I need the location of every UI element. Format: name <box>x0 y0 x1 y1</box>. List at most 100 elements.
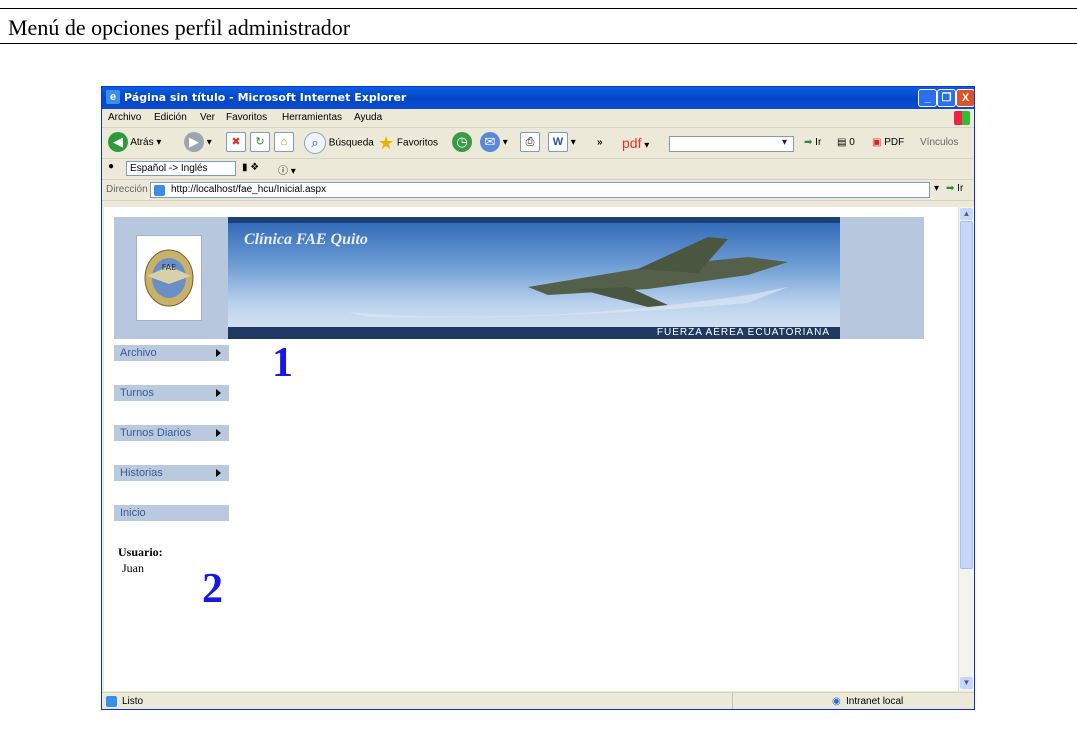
menu-item-historias[interactable]: Historias <box>114 465 229 481</box>
back-arrow-icon: ◀ <box>108 132 128 153</box>
favorites-button[interactable]: ★ Favoritos <box>378 132 438 154</box>
back-label: Atrás <box>130 137 154 148</box>
search-label: Búsqueda <box>328 137 374 149</box>
stop-button[interactable]: ✖ <box>226 132 246 154</box>
menu-archivo[interactable]: Archivo <box>108 112 141 123</box>
forward-arrow-icon: ▶ <box>184 132 204 153</box>
vertical-scrollbar[interactable]: ▲ ▼ <box>958 207 974 691</box>
counter-label: 0 <box>849 137 855 148</box>
refresh-button[interactable]: ↻ <box>250 132 270 154</box>
menu-edicion[interactable]: Edición <box>154 112 187 123</box>
translation-value: Español -> Inglés <box>130 163 208 174</box>
pdf-search-input[interactable] <box>669 136 794 152</box>
go-arrow-icon: ➡ <box>946 183 955 194</box>
go-button[interactable]: ➡ Ir <box>804 132 821 154</box>
help-icon[interactable]: ⓘ ▾ <box>278 162 296 177</box>
callout-number-2: 2 <box>202 566 223 612</box>
back-button[interactable]: ◀ Atrás ▾ <box>108 132 161 154</box>
pdf-icon: ▣ <box>872 137 882 148</box>
minimize-button[interactable]: _ <box>918 89 937 107</box>
banner-photo: Clínica FAE Quito FUERZA AÉREA ECUATORIA… <box>228 217 840 339</box>
url-text: http://localhost/fae_hcu/Inicial.aspx <box>171 184 327 195</box>
submenu-arrow-icon <box>216 349 221 357</box>
menu-favoritos[interactable]: Favoritos <box>226 112 267 123</box>
pdf-button[interactable]: ▣ PDF <box>872 132 904 154</box>
status-bar: Listo ◉ Intranet local <box>102 692 974 709</box>
counter-button[interactable]: ▤ 0 <box>837 132 855 154</box>
maximize-button[interactable]: ❐ <box>937 89 956 107</box>
pdf-dropdown-icon[interactable]: ▾ <box>782 132 787 154</box>
book-icon[interactable]: ▮ ❖ <box>242 162 259 173</box>
close-button[interactable]: X <box>956 89 974 107</box>
menu-item-archivo[interactable]: Archivo <box>114 345 229 361</box>
standard-toolbar: ◀ Atrás ▾ ▶ ▾ ✖ ↻ ⌂ ⌕ Búsqueda ★ Favorit… <box>102 128 974 159</box>
scroll-down-icon[interactable]: ▼ <box>960 677 973 689</box>
status-divider <box>732 693 733 709</box>
forward-button[interactable]: ▶ ▾ <box>184 132 212 154</box>
document-heading-text: Menú de opciones perfil administrador <box>8 15 351 40</box>
document-heading: Menú de opciones perfil administrador <box>0 8 1077 44</box>
page-viewport: FAE Clínica FAE Quito FUERZA AÉREA ECUAT… <box>104 207 958 691</box>
title-bar: e Página sin título - Microsoft Internet… <box>102 87 974 109</box>
menu-bar: Archivo Edición Ver Favoritos Herramient… <box>102 109 974 128</box>
menu-ver[interactable]: Ver <box>200 112 215 123</box>
scroll-thumb[interactable] <box>960 221 973 569</box>
home-button[interactable]: ⌂ <box>274 132 294 154</box>
scroll-up-icon[interactable]: ▲ <box>960 208 973 220</box>
status-text: Listo <box>122 696 144 707</box>
mail-icon: ✉ <box>480 132 500 153</box>
menu-ayuda[interactable]: Ayuda <box>354 112 382 123</box>
menu-item-turnos[interactable]: Turnos <box>114 385 229 401</box>
callout-number-1: 1 <box>272 340 293 386</box>
translation-select[interactable]: Español -> Inglés <box>126 161 236 176</box>
page-icon <box>154 185 165 196</box>
menu-item-label: Historias <box>120 467 163 479</box>
intranet-icon: ◉ <box>832 696 841 707</box>
search-icon: ⌕ <box>304 132 326 154</box>
home-icon: ⌂ <box>274 132 294 153</box>
address-input[interactable]: http://localhost/fae_hcu/Inicial.aspx <box>150 182 930 198</box>
address-go-label: Ir <box>957 183 964 194</box>
banner-subtitle-text: FUERZA AÉREA ECUATORIANA <box>656 327 830 338</box>
translation-toolbar: ● Español -> Inglés ▮ ❖ ⓘ ▾ <box>102 159 974 180</box>
links-label[interactable]: Vínculos <box>920 132 958 154</box>
menu-item-label: Turnos <box>120 387 154 399</box>
menu-item-label: Archivo <box>120 347 157 359</box>
fae-emblem-icon: FAE <box>144 249 194 307</box>
print-button[interactable]: ⎙ <box>520 132 540 154</box>
pdf-menu[interactable]: pdf ▾ <box>622 132 649 154</box>
menu-item-inicio[interactable]: Inicio <box>114 505 229 521</box>
jet-illustration <box>348 237 788 318</box>
site-banner: FAE Clínica FAE Quito FUERZA AÉREA ECUAT… <box>114 217 924 339</box>
go-arrow-icon: ➡ <box>804 137 813 148</box>
menu-item-turnos-diarios[interactable]: Turnos Diarios <box>114 425 229 441</box>
toolbar-overflow-icon[interactable]: » <box>597 132 603 154</box>
history-icon: ◷ <box>452 132 472 153</box>
submenu-arrow-icon <box>216 469 221 477</box>
user-name: Juan <box>122 561 144 575</box>
submenu-arrow-icon <box>216 429 221 437</box>
svg-text:FAE: FAE <box>162 263 176 272</box>
word-icon: W <box>548 132 568 153</box>
history-button[interactable]: ◷ <box>452 132 472 154</box>
menu-herramientas[interactable]: Herramientas <box>282 112 342 123</box>
address-bar: Dirección http://localhost/fae_hcu/Inici… <box>102 180 974 201</box>
pdf-label: pdf <box>622 135 642 151</box>
print-icon: ⎙ <box>520 132 540 153</box>
favorites-label: Favoritos <box>396 137 439 149</box>
submenu-arrow-icon <box>216 389 221 397</box>
ie-icon: e <box>106 90 120 104</box>
translate-icon: ● <box>108 161 115 172</box>
search-button[interactable]: ⌕ Búsqueda <box>304 132 374 154</box>
address-go-button[interactable]: ➡ Ir <box>946 183 963 194</box>
word-button[interactable]: W ▾ <box>548 132 576 154</box>
address-label: Dirección <box>106 184 148 195</box>
ie-window: e Página sin título - Microsoft Internet… <box>101 86 975 710</box>
menu-item-label: Turnos Diarios <box>120 427 192 439</box>
mail-button[interactable]: ✉ ▾ <box>480 132 508 154</box>
star-icon: ★ <box>378 133 395 153</box>
user-label: Usuario: <box>118 545 163 559</box>
zone-text: Intranet local <box>846 696 904 707</box>
window-title: Página sin título - Microsoft Internet E… <box>124 91 407 104</box>
address-dropdown-icon[interactable]: ▾ <box>934 183 939 194</box>
